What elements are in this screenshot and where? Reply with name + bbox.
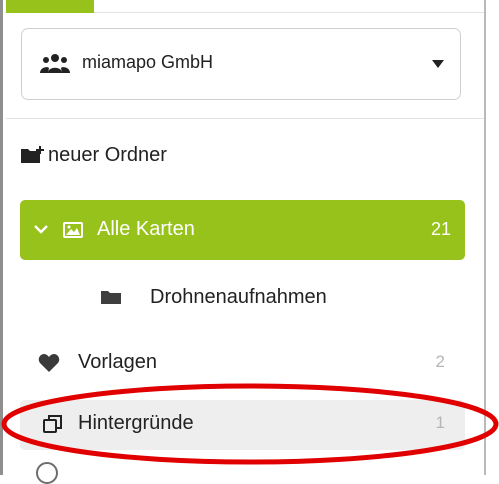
folder-sidebar: miamapo GmbH neuer Ordner Alle Karten 21…	[0, 0, 499, 484]
organization-name: miamapo GmbH	[82, 52, 214, 72]
image-icon	[63, 222, 83, 238]
folder-item-drohnenaufnahmen[interactable]: Drohnenaufnahmen	[20, 270, 465, 330]
top-divider	[94, 12, 484, 13]
right-border	[484, 0, 486, 475]
folder-label: Alle Karten	[97, 218, 195, 240]
folder-label: Drohnenaufnahmen	[150, 286, 327, 308]
organization-dropdown[interactable]: miamapo GmbH	[21, 28, 461, 100]
active-tab-indicator	[6, 0, 94, 13]
folder-item-alle-karten[interactable]: Alle Karten 21	[20, 200, 465, 260]
new-folder-label: neuer Ordner	[48, 143, 167, 166]
folder-label: Vorlagen	[78, 351, 157, 373]
users-icon	[40, 54, 70, 73]
section-divider	[6, 118, 484, 119]
caret-down-icon	[432, 60, 444, 68]
folder-icon	[101, 291, 121, 304]
folder-plus-icon	[21, 146, 44, 163]
partial-item-icon	[36, 462, 58, 484]
folder-item-hintergruende[interactable]: Hintergründe 1	[20, 400, 465, 450]
folder-count: 21	[430, 219, 451, 239]
folder-count: 2	[435, 352, 445, 371]
new-folder-button[interactable]: neuer Ordner	[20, 140, 167, 170]
folder-item-vorlagen[interactable]: Vorlagen 2	[20, 340, 465, 390]
copy-icon	[43, 415, 62, 433]
folder-count: 1	[435, 413, 445, 432]
chevron-down-icon[interactable]	[34, 225, 48, 234]
folder-label: Hintergründe	[78, 412, 194, 434]
left-border	[0, 0, 3, 475]
heart-icon	[38, 354, 60, 372]
